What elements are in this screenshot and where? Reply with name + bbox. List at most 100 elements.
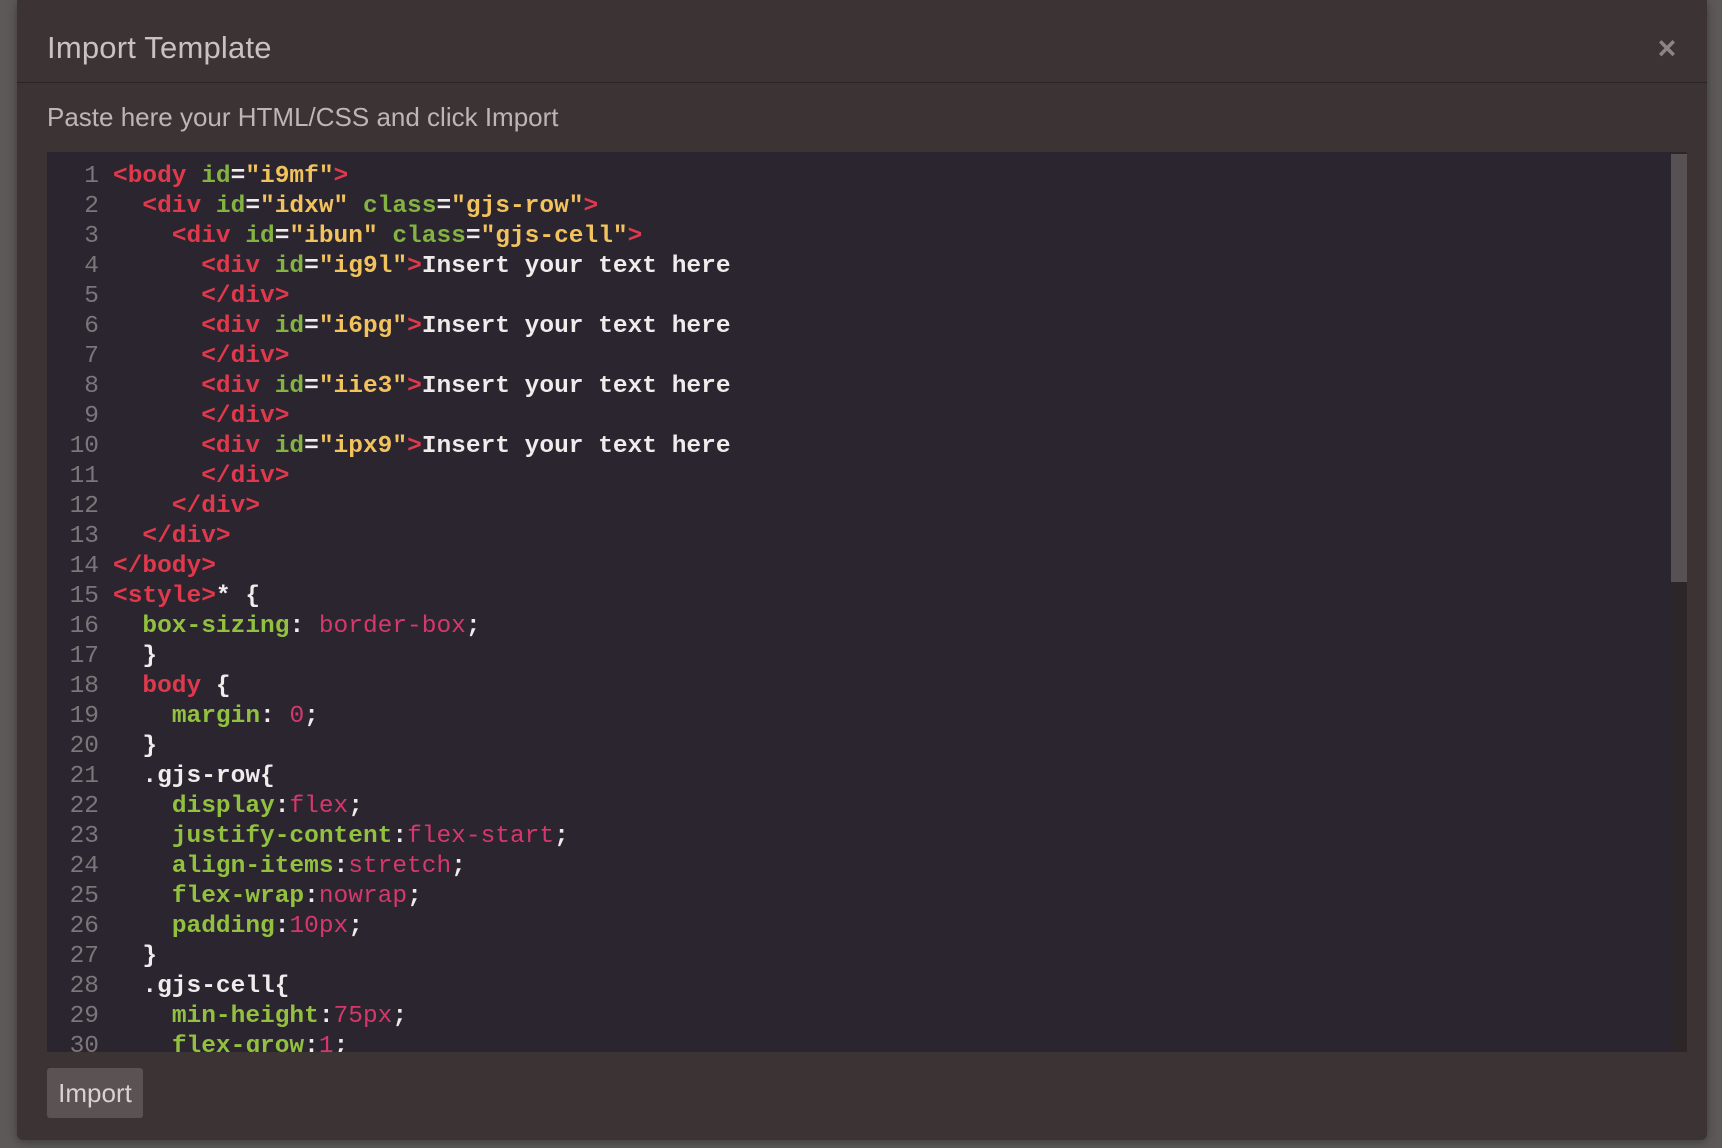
line-number: 8 (84, 373, 99, 400)
code-text: box-sizing: border-box; (142, 613, 481, 640)
code-line[interactable]: 15 <style>* { (47, 582, 1667, 612)
code-text: </body> (113, 553, 216, 580)
code-text: body { (142, 673, 231, 700)
code-text: } (142, 943, 158, 970)
code-line[interactable]: 22 display:flex; (47, 792, 1667, 822)
code-text: </div> (201, 343, 290, 370)
code-line[interactable]: 25 flex-wrap:nowrap; (47, 882, 1667, 912)
line-number: 7 (84, 343, 99, 370)
line-number: 18 (69, 673, 99, 700)
code-line[interactable]: 1 <body id="i9mf"> (47, 162, 1667, 192)
modal-header: Import Template × (17, 0, 1707, 83)
code-line[interactable]: 14 </body> (47, 552, 1667, 582)
line-number: 6 (84, 313, 99, 340)
code-text: padding:10px; (171, 913, 363, 940)
code-line[interactable]: 23 justify-content:flex-start; (47, 822, 1667, 852)
code-line[interactable]: 4 <div id="ig9l">Insert your text here (47, 252, 1667, 282)
code-line[interactable]: 10 <div id="ipx9">Insert your text here (47, 432, 1667, 462)
modal-title: Import Template (47, 30, 272, 65)
code-text: </div> (142, 523, 231, 550)
line-number: 21 (69, 763, 99, 790)
code-line[interactable]: 27 } (47, 942, 1667, 972)
editor-scrollbar[interactable] (1671, 152, 1687, 1052)
code-text: min-height:75px; (171, 1003, 408, 1030)
code-line[interactable]: 11 </div> (47, 462, 1667, 492)
line-number: 3 (84, 223, 99, 250)
line-number: 16 (69, 613, 99, 640)
code-line[interactable]: 24 align-items:stretch; (47, 852, 1667, 882)
line-number: 13 (69, 523, 99, 550)
line-number: 11 (69, 463, 99, 490)
code-line[interactable]: 30 flex-grow:1; (47, 1032, 1667, 1052)
line-number: 27 (69, 943, 99, 970)
line-number: 28 (69, 973, 99, 1000)
code-text: flex-wrap:nowrap; (171, 883, 422, 910)
code-text: <div id="idxw" class="gjs-row"> (142, 193, 599, 220)
code-text: </div> (201, 463, 290, 490)
code-line[interactable]: 13 </div> (47, 522, 1667, 552)
line-number: 23 (69, 823, 99, 850)
code-text: <div id="ipx9">Insert your text here (201, 433, 731, 460)
code-text: </div> (201, 403, 290, 430)
close-icon[interactable]: × (1649, 30, 1685, 66)
line-number: 29 (69, 1003, 99, 1030)
code-line[interactable]: 7 </div> (47, 342, 1667, 372)
code-text: <style>* { (113, 583, 261, 610)
line-number: 4 (84, 253, 99, 280)
code-text: flex-grow:1; (171, 1033, 349, 1052)
line-number: 9 (84, 403, 99, 430)
line-number: 1 (84, 163, 99, 190)
import-template-modal: Import Template × Paste here your HTML/C… (17, 0, 1707, 1140)
editor-scroll-thumb[interactable] (1671, 154, 1687, 582)
code-line[interactable]: 29 min-height:75px; (47, 1002, 1667, 1032)
line-number: 17 (69, 643, 99, 670)
line-number: 10 (69, 433, 99, 460)
code-editor[interactable]: 1 <body id="i9mf"> 2 <div id="idxw" class=… (47, 152, 1687, 1052)
line-number: 12 (69, 493, 99, 520)
code-text: <div id="i6pg">Insert your text here (201, 313, 731, 340)
code-text: <div id="ibun" class="gjs-cell"> (171, 223, 643, 250)
code-line[interactable]: 19 margin: 0; (47, 702, 1667, 732)
code-line[interactable]: 2 <div id="idxw" class="gjs-row"> (47, 192, 1667, 222)
code-text: <div id="iie3">Insert your text here (201, 373, 731, 400)
code-text: display:flex; (171, 793, 363, 820)
line-number: 2 (84, 193, 99, 220)
code-text: justify-content:flex-start; (171, 823, 569, 850)
line-number: 30 (69, 1033, 99, 1052)
code-text: <div id="ig9l">Insert your text here (201, 253, 731, 280)
code-lines[interactable]: 1 <body id="i9mf"> 2 <div id="idxw" class=… (47, 162, 1667, 1052)
code-line[interactable]: 6 <div id="i6pg">Insert your text here (47, 312, 1667, 342)
code-line[interactable]: 12 </div> (47, 492, 1667, 522)
code-line[interactable]: 8 <div id="iie3">Insert your text here (47, 372, 1667, 402)
code-line[interactable]: 16 box-sizing: border-box; (47, 612, 1667, 642)
line-number: 5 (84, 283, 99, 310)
code-line[interactable]: 26 padding:10px; (47, 912, 1667, 942)
code-text: margin: 0; (171, 703, 319, 730)
line-number: 20 (69, 733, 99, 760)
code-text: } (142, 733, 158, 760)
line-number: 14 (69, 553, 99, 580)
code-text: } (142, 643, 158, 670)
code-line[interactable]: 20 } (47, 732, 1667, 762)
line-number: 15 (69, 583, 99, 610)
line-number: 19 (69, 703, 99, 730)
code-text: .gjs-cell{ (142, 973, 290, 1000)
line-number: 24 (69, 853, 99, 880)
import-button[interactable]: Import (47, 1068, 143, 1118)
code-text: align-items:stretch; (171, 853, 466, 880)
line-number: 22 (69, 793, 99, 820)
import-instructions: Paste here your HTML/CSS and click Impor… (47, 102, 559, 132)
line-number: 25 (69, 883, 99, 910)
code-line[interactable]: 18 body { (47, 672, 1667, 702)
code-line[interactable]: 21 .gjs-row{ (47, 762, 1667, 792)
code-text: </div> (171, 493, 261, 520)
code-line[interactable]: 5 </div> (47, 282, 1667, 312)
code-line[interactable]: 17 } (47, 642, 1667, 672)
code-text: .gjs-row{ (142, 763, 275, 790)
code-text: <body id="i9mf"> (113, 163, 349, 190)
code-line[interactable]: 3 <div id="ibun" class="gjs-cell"> (47, 222, 1667, 252)
line-number: 26 (69, 913, 99, 940)
code-line[interactable]: 28 .gjs-cell{ (47, 972, 1667, 1002)
code-text: </div> (201, 283, 290, 310)
code-line[interactable]: 9 </div> (47, 402, 1667, 432)
